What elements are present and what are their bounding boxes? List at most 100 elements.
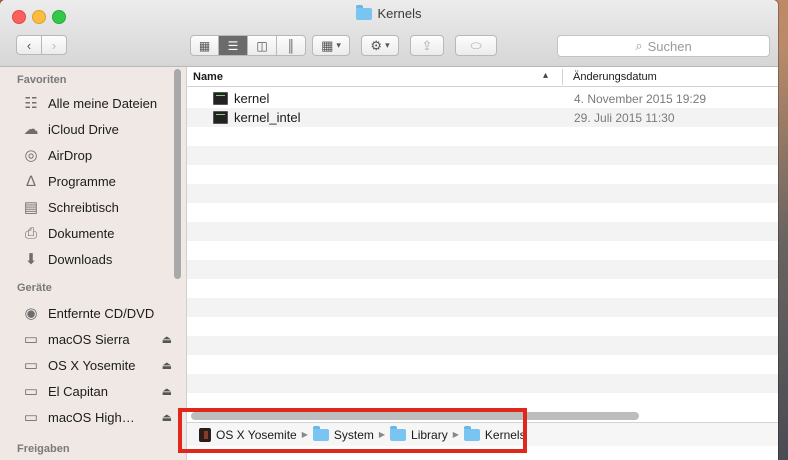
hard-disk-icon: ▭ (23, 331, 39, 348)
tag-icon: ⬭ (470, 37, 482, 53)
airdrop-icon: ◎ (24, 147, 38, 164)
empty-row (187, 241, 778, 260)
hard-disk-icon: ▭ (23, 383, 39, 400)
sidebar-section-devices: Geräte (17, 282, 52, 294)
sidebar-item-macos-high-sierra[interactable]: ▭ macOS High… ⏏ (22, 405, 172, 429)
desktop-icon: ▤ (23, 199, 39, 216)
sidebar-item-documents[interactable]: ⎙ Dokumente (22, 221, 172, 245)
arrange-icon: ▦ (321, 37, 334, 53)
empty-row (187, 317, 778, 336)
search-field[interactable]: ⌕ Suchen (557, 35, 770, 57)
file-row[interactable]: kernel 4. November 2015 19:29 (187, 89, 778, 108)
applications-icon: ∆ (26, 172, 36, 190)
empty-row (187, 146, 778, 165)
sidebar-item-icloud-drive[interactable]: ☁ iCloud Drive (22, 117, 172, 141)
eject-icon[interactable]: ⏏ (162, 411, 172, 424)
window-title: Kernels (0, 4, 778, 21)
sidebar-item-os-x-yosemite[interactable]: ▭ OS X Yosemite ⏏ (22, 353, 172, 377)
file-name: kernel (213, 91, 269, 106)
tags-button[interactable]: ⬭ (455, 35, 497, 56)
sidebar-item-label: Schreibtisch (48, 199, 119, 215)
column-date-header[interactable]: Änderungsdatum (573, 71, 657, 83)
optical-disc-icon: ◉ (24, 305, 38, 322)
all-files-icon: ☷ (24, 95, 38, 112)
sidebar-section-favorites: Favoriten (17, 74, 67, 86)
hard-disk-icon: ▭ (23, 409, 39, 426)
icon-view-button[interactable]: ▦ (190, 35, 219, 56)
arrange-button[interactable]: ▦ ▾ (312, 35, 350, 56)
file-name: kernel_intel (213, 110, 301, 125)
view-mode-control: ▦ ☰ ◫ ║ (190, 35, 306, 56)
action-button[interactable]: ⚙ ▾ (361, 35, 399, 56)
executable-icon (213, 111, 228, 124)
sidebar-item-label: macOS High… (48, 409, 135, 425)
sidebar-item-label: El Capitan (48, 383, 108, 399)
toolbar: Kernels ‹ › ▦ ☰ ◫ ║ ▦ ▾ ⚙ ▾ ⇪ ⬭ ⌕ Suchen (0, 0, 778, 67)
search-placeholder: Suchen (647, 38, 692, 54)
sort-ascending-icon: ▴ (543, 70, 549, 81)
coverflow-view-button[interactable]: ║ (277, 35, 306, 56)
gear-icon: ⚙ (370, 37, 383, 53)
sidebar-item-label: AirDrop (48, 147, 93, 163)
coverflow-icon: ║ (286, 38, 296, 53)
empty-row (187, 127, 778, 146)
eject-icon[interactable]: ⏏ (162, 359, 172, 372)
file-row[interactable]: kernel_intel 29. Juli 2015 11:30 (187, 108, 778, 127)
finder-window: Kernels ‹ › ▦ ☰ ◫ ║ ▦▾ ⚙▾ ⇪ ⬭ ⌕ Suchen (0, 0, 778, 460)
column-header: Name ▴ Änderungsdatum (187, 67, 778, 87)
sidebar-item-label: Dokumente (48, 225, 115, 241)
sidebar-item-label: macOS Sierra (48, 331, 130, 347)
sidebar-item-downloads[interactable]: ⬇ Downloads (22, 247, 172, 271)
sidebar-item-airdrop[interactable]: ◎ AirDrop (22, 143, 172, 167)
documents-icon: ⎙ (24, 224, 37, 242)
file-list: Name ▴ Änderungsdatum kernel 4. November… (187, 67, 778, 460)
sidebar-item-label: Downloads (48, 251, 113, 267)
downloads-icon: ⬇ (24, 251, 38, 268)
executable-icon (213, 92, 228, 105)
path-bar-highlight-box (178, 408, 527, 453)
empty-row (187, 260, 778, 279)
column-name-header[interactable]: Name (193, 71, 223, 83)
column-separator (562, 69, 563, 85)
empty-row (187, 222, 778, 241)
file-name-text: kernel (234, 91, 270, 106)
eject-icon[interactable]: ⏏ (162, 385, 172, 398)
sidebar-item-remote-disc[interactable]: ◉ Entfernte CD/DVD (22, 301, 172, 325)
chevron-down-icon: ▾ (336, 40, 341, 50)
empty-row (187, 374, 778, 393)
eject-icon[interactable]: ⏏ (162, 333, 172, 346)
chevron-down-icon: ▾ (385, 40, 390, 50)
sidebar: Favoriten ☷ Alle meine Dateien ☁ iCloud … (0, 67, 187, 460)
window-title-text: Kernels (377, 6, 422, 21)
sidebar-item-macos-sierra[interactable]: ▭ macOS Sierra ⏏ (22, 327, 172, 351)
grid-icon: ▦ (198, 38, 211, 53)
list-view-button[interactable]: ☰ (219, 35, 248, 56)
back-button[interactable]: ‹ (16, 35, 42, 55)
cloud-icon: ☁ (23, 121, 39, 138)
file-name-text: kernel_intel (234, 110, 301, 125)
chevron-right-icon: › (51, 37, 57, 53)
file-date: 29. Juli 2015 11:30 (574, 111, 675, 125)
column-view-button[interactable]: ◫ (248, 35, 277, 56)
empty-row (187, 165, 778, 184)
search-icon: ⌕ (635, 38, 643, 53)
sidebar-item-label: Programme (48, 173, 116, 189)
empty-row (187, 355, 778, 374)
sidebar-item-all-files[interactable]: ☷ Alle meine Dateien (22, 91, 172, 115)
empty-row (187, 203, 778, 222)
sidebar-item-applications[interactable]: ∆ Programme (22, 169, 172, 193)
share-button[interactable]: ⇪ (410, 35, 444, 56)
empty-row (187, 298, 778, 317)
hard-disk-icon: ▭ (23, 357, 39, 374)
folder-icon (356, 4, 373, 20)
sidebar-item-label: Alle meine Dateien (48, 95, 158, 111)
file-rows: kernel 4. November 2015 19:29 kernel_int… (187, 89, 778, 412)
columns-icon: ◫ (256, 38, 268, 53)
empty-row (187, 336, 778, 355)
chevron-left-icon: ‹ (26, 37, 32, 53)
sidebar-item-label: iCloud Drive (48, 121, 119, 137)
forward-button[interactable]: › (41, 35, 67, 55)
sidebar-item-el-capitan[interactable]: ▭ El Capitan ⏏ (22, 379, 172, 403)
sidebar-scrollbar[interactable] (174, 69, 181, 279)
sidebar-item-desktop[interactable]: ▤ Schreibtisch (22, 195, 172, 219)
